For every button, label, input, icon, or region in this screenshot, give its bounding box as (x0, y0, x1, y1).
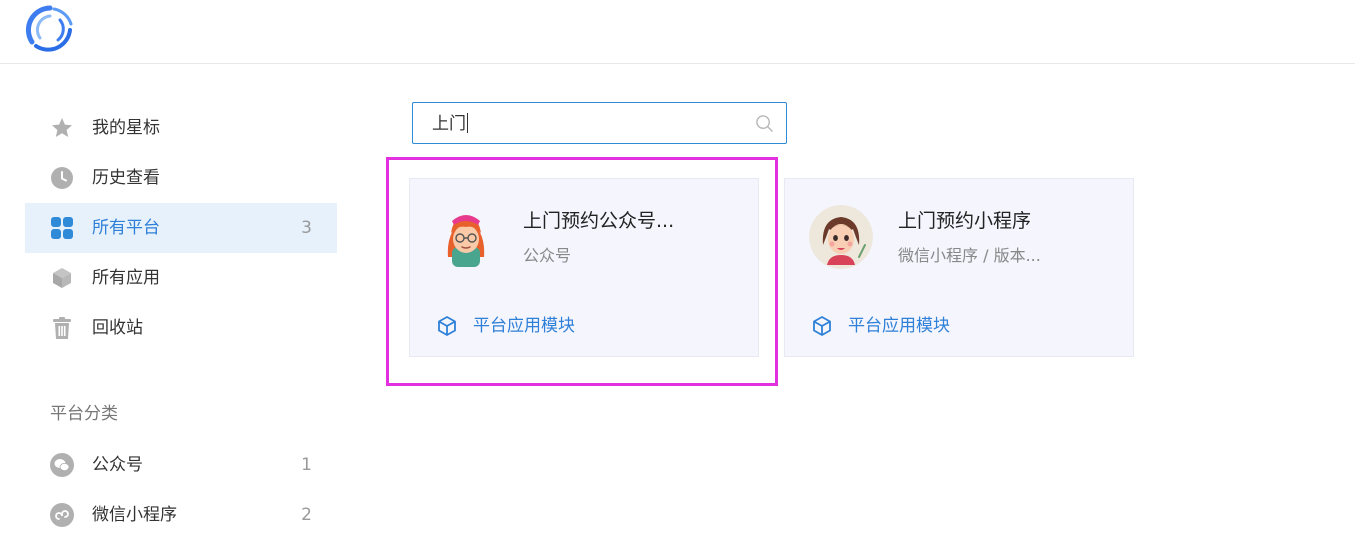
platform-card[interactable]: 上门预约小程序 微信小程序 / 版本... 平台应用模块 (784, 178, 1134, 357)
wechat-icon (50, 453, 74, 477)
count-badge: 2 (301, 505, 312, 525)
card-link-label: 平台应用模块 (473, 316, 575, 336)
card-subtitle: 微信小程序 / 版本... (898, 246, 1041, 265)
sidebar: 我的星标 历史查看 所有平台 3 所有应用 回收站 平台分类 公众号 1 微信小… (0, 64, 360, 557)
clock-icon (50, 166, 74, 190)
mini-program-icon (50, 503, 74, 527)
search-icon[interactable] (755, 114, 774, 133)
platform-app-module-link[interactable]: 平台应用模块 (811, 313, 950, 339)
card-link-label: 平台应用模块 (848, 316, 950, 336)
sidebar-item-recycle-bin[interactable]: 回收站 (25, 303, 337, 353)
card-title: 上门预约公众号... (523, 210, 675, 232)
platform-app-module-link[interactable]: 平台应用模块 (436, 313, 575, 339)
cube-icon (50, 266, 74, 290)
cube-outline-icon (438, 316, 456, 336)
sidebar-item-history[interactable]: 历史查看 (25, 153, 337, 203)
search-value: 上门 (432, 113, 468, 134)
sidebar-item-label: 我的星标 (92, 118, 160, 138)
app-logo-icon[interactable] (24, 4, 76, 56)
sidebar-item-label: 所有平台 (92, 218, 160, 238)
sidebar-item-all-platforms[interactable]: 所有平台 3 (25, 203, 337, 253)
sidebar-category-mini-program[interactable]: 微信小程序 2 (25, 490, 337, 540)
sidebar-item-all-apps[interactable]: 所有应用 (25, 253, 337, 303)
cube-outline-icon (813, 316, 831, 336)
platform-card[interactable]: 上门预约公众号... 公众号 平台应用模块 (409, 178, 759, 357)
sidebar-item-label: 历史查看 (92, 168, 160, 188)
sidebar-item-label: 所有应用 (92, 268, 160, 288)
count-badge: 1 (301, 455, 312, 475)
trash-icon (50, 316, 74, 340)
text-caret (467, 113, 468, 133)
search-input[interactable]: 上门 (412, 102, 787, 144)
sidebar-item-label: 公众号 (92, 455, 143, 475)
sidebar-item-label: 微信小程序 (92, 505, 177, 525)
avatar (809, 205, 873, 269)
card-subtitle: 公众号 (523, 246, 572, 265)
avatar (447, 215, 485, 267)
grid-icon (50, 216, 74, 240)
section-title: 平台分类 (50, 404, 118, 424)
sidebar-category-official-account[interactable]: 公众号 1 (25, 440, 337, 490)
sidebar-item-label: 回收站 (92, 318, 143, 338)
top-header (0, 0, 1355, 64)
star-icon (50, 116, 74, 140)
card-title: 上门预约小程序 (898, 210, 1032, 232)
sidebar-item-starred[interactable]: 我的星标 (25, 103, 337, 153)
count-badge: 3 (301, 218, 312, 238)
